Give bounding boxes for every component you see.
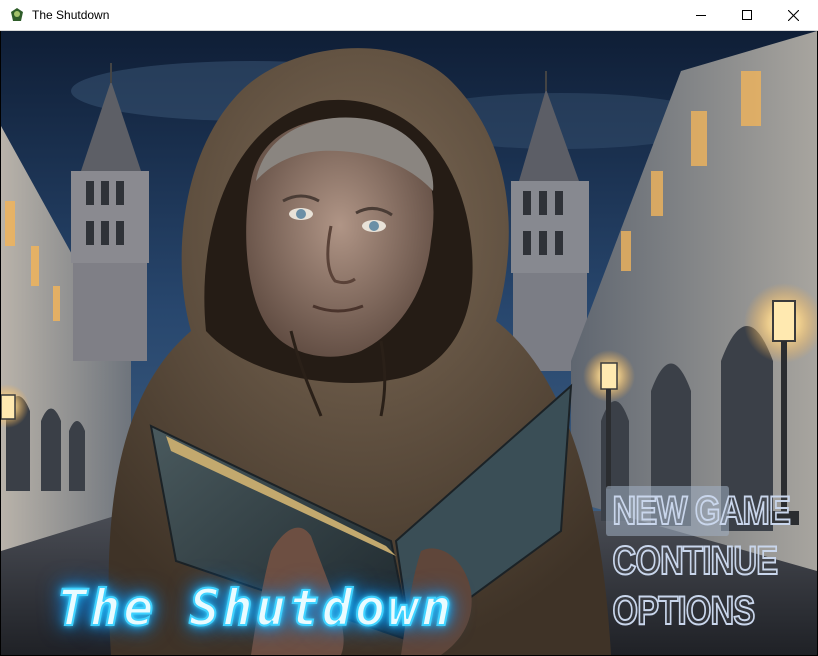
game-title: The Shutdown — [56, 578, 455, 638]
minimize-icon — [696, 15, 706, 16]
menu-options-button[interactable]: OPTIONS — [606, 586, 756, 636]
game-scene[interactable]: The Shutdown NEW GAME CONTINUE OPTIONS — [1, 31, 817, 655]
maximize-icon — [742, 10, 752, 20]
minimize-button[interactable] — [678, 0, 724, 30]
close-button[interactable] — [770, 0, 816, 30]
close-icon — [787, 9, 799, 21]
window-titlebar: The Shutdown — [0, 0, 818, 31]
main-menu: NEW GAME CONTINUE OPTIONS — [606, 486, 792, 636]
app-icon — [11, 8, 23, 21]
maximize-button[interactable] — [724, 0, 770, 30]
menu-continue-button[interactable]: CONTINUE — [606, 536, 779, 586]
window-title: The Shutdown — [32, 8, 110, 22]
menu-new-game-button[interactable]: NEW GAME — [606, 486, 792, 536]
